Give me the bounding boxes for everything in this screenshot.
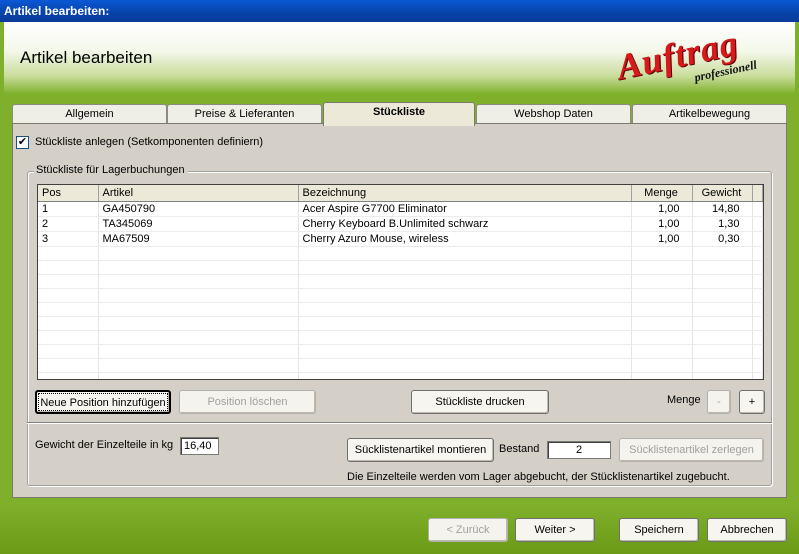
menge-label: Menge — [667, 394, 701, 406]
stueckliste-checkbox[interactable]: ✔ — [16, 136, 29, 149]
cell-filler — [752, 231, 763, 247]
column-header-menge[interactable]: Menge — [631, 185, 693, 202]
stueckliste-checkbox-label[interactable]: Stückliste anlegen (Setkomponenten defin… — [35, 136, 263, 148]
page-title: Artikel bearbeiten — [20, 48, 153, 67]
empty-row — [38, 246, 763, 261]
cell-pos[interactable]: 2 — [38, 216, 99, 232]
column-header-bezeichnung[interactable]: Bezeichnung — [298, 185, 632, 202]
empty-row — [38, 344, 763, 359]
cell-bezeichnung[interactable]: Acer Aspire G7700 Eliminator — [298, 201, 632, 217]
table-body: 1 GA450790 Acer Aspire G7700 Eliminator … — [38, 201, 763, 379]
info-text: Die Einzelteile werden vom Lager abgebuc… — [347, 471, 730, 483]
brand-logo: Auftrag professionell — [613, 23, 786, 90]
weight-field[interactable]: 16,40 — [180, 437, 219, 455]
menge-minus-button[interactable]: - — [707, 390, 731, 414]
table-row[interactable]: 3 MA67509 Cherry Azuro Mouse, wireless 1… — [38, 231, 763, 247]
empty-row — [38, 330, 763, 345]
zerlegen-button[interactable]: Sücklistenartikel zerlegen — [619, 438, 764, 462]
column-header-artikel[interactable]: Artikel — [98, 185, 299, 202]
cell-menge[interactable]: 1,00 — [631, 216, 693, 232]
back-button[interactable]: < Zurück — [428, 518, 508, 542]
empty-row — [38, 316, 763, 331]
group-label: Stückliste für Lagerbuchungen — [34, 164, 188, 176]
cell-artikel[interactable]: TA345069 — [98, 216, 299, 232]
window-title: Artikel bearbeiten: — [4, 4, 110, 18]
table-row[interactable]: 2 TA345069 Cherry Keyboard B.Unlimited s… — [38, 216, 763, 232]
bestand-label: Bestand — [499, 443, 540, 455]
bestand-field[interactable]: 2 — [547, 441, 611, 459]
stueckliste-table[interactable]: Pos Artikel Bezeichnung Menge Gewicht 1 … — [37, 184, 764, 380]
tab-preise-lieferanten[interactable]: Preise & Lieferanten — [167, 104, 322, 124]
column-header-gewicht[interactable]: Gewicht — [692, 185, 753, 202]
tab-stueckliste[interactable]: Stückliste — [323, 102, 475, 126]
cell-bezeichnung[interactable]: Cherry Azuro Mouse, wireless — [298, 231, 632, 247]
tab-strip: Allgemein Preise & Lieferanten Stücklist… — [12, 102, 787, 126]
divider — [27, 422, 772, 424]
cell-gewicht[interactable]: 1,30 — [692, 216, 753, 232]
tab-webshop-daten[interactable]: Webshop Daten — [476, 104, 631, 124]
cell-menge[interactable]: 1,00 — [631, 231, 693, 247]
empty-row — [38, 302, 763, 317]
column-header-pos[interactable]: Pos — [38, 185, 99, 202]
cell-filler — [752, 216, 763, 232]
next-button[interactable]: Weiter > — [515, 518, 595, 542]
window-titlebar: Artikel bearbeiten: — [0, 0, 799, 22]
add-position-button[interactable]: Neue Position hinzufügen — [35, 390, 171, 414]
cell-pos[interactable]: 3 — [38, 231, 99, 247]
cell-bezeichnung[interactable]: Cherry Keyboard B.Unlimited schwarz — [298, 216, 632, 232]
cell-filler — [752, 201, 763, 217]
tab-allgemein[interactable]: Allgemein — [12, 104, 167, 124]
empty-row — [38, 288, 763, 303]
table-row[interactable]: 1 GA450790 Acer Aspire G7700 Eliminator … — [38, 201, 763, 217]
column-header-filler — [752, 185, 763, 202]
table-header-row: Pos Artikel Bezeichnung Menge Gewicht — [38, 185, 763, 202]
cell-pos[interactable]: 1 — [38, 201, 99, 217]
empty-row — [38, 260, 763, 275]
empty-row — [38, 358, 763, 373]
cell-gewicht[interactable]: 14,80 — [692, 201, 753, 217]
menge-plus-button[interactable]: + — [739, 390, 765, 414]
empty-row — [38, 274, 763, 289]
cell-gewicht[interactable]: 0,30 — [692, 231, 753, 247]
tab-artikelbewegung[interactable]: Artikelbewegung — [632, 104, 787, 124]
print-stueckliste-button[interactable]: Stückliste drucken — [411, 390, 549, 414]
weight-label: Gewicht der Einzelteile in kg — [35, 439, 174, 451]
save-button[interactable]: Speichern — [619, 518, 699, 542]
empty-row — [38, 372, 763, 379]
cell-menge[interactable]: 1,00 — [631, 201, 693, 217]
delete-position-button[interactable]: Position löschen — [179, 390, 316, 414]
cell-artikel[interactable]: GA450790 — [98, 201, 299, 217]
cell-artikel[interactable]: MA67509 — [98, 231, 299, 247]
cancel-button[interactable]: Abbrechen — [707, 518, 787, 542]
montieren-button[interactable]: Sücklistenartikel montieren — [347, 438, 494, 462]
header-banner: Artikel bearbeiten Auftrag professionell — [0, 22, 799, 94]
